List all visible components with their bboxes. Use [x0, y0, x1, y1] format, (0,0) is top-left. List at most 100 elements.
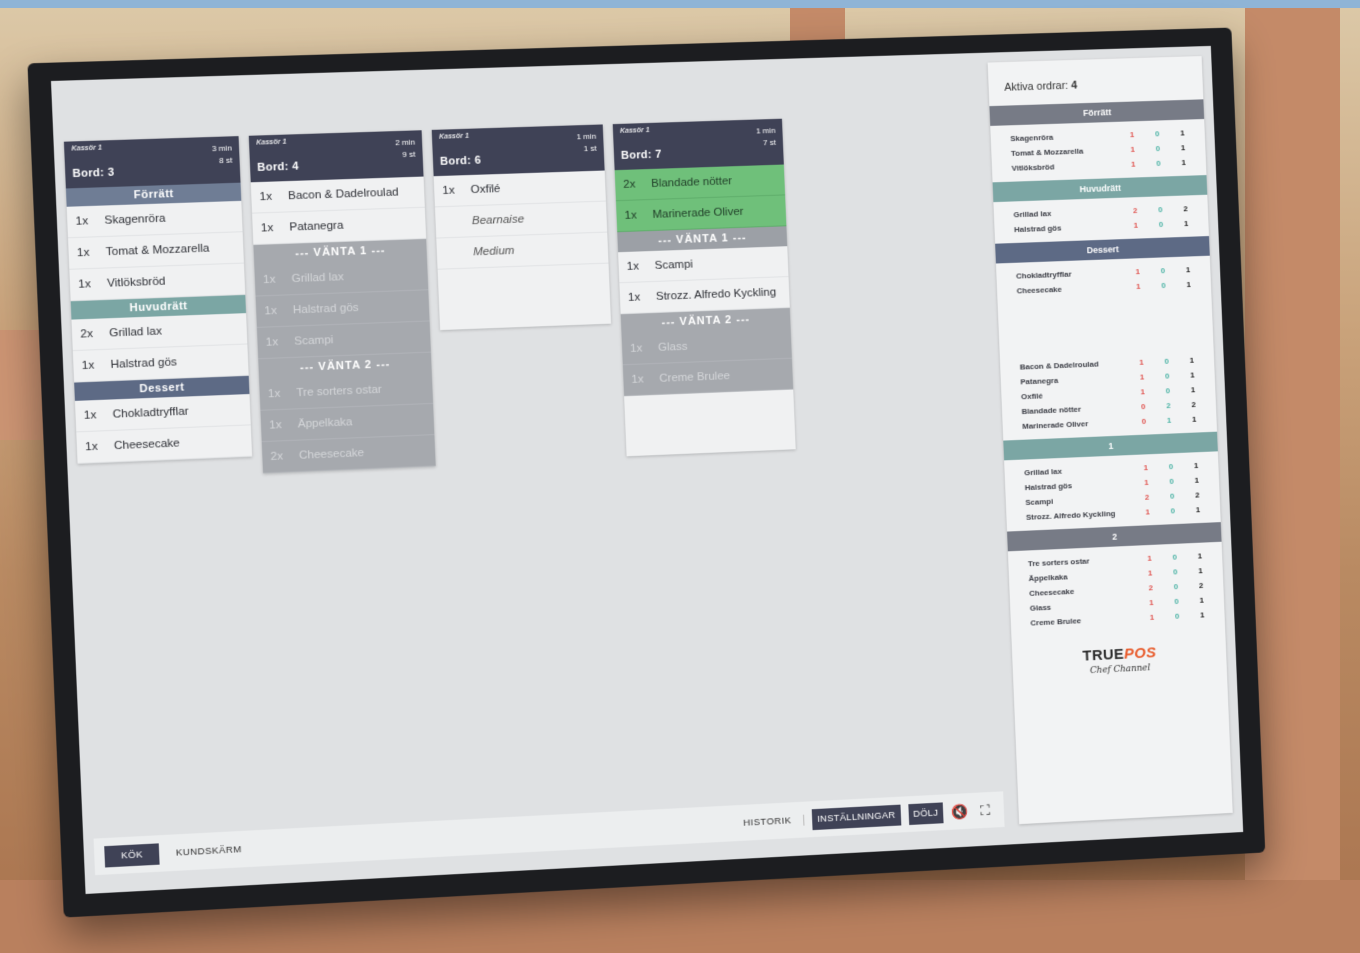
item-name: Scampi — [294, 334, 334, 348]
table-number: Bord: 7 — [620, 148, 662, 162]
order-header: Kassör 1 Bord: 4 2 min 9 st — [248, 130, 424, 183]
item-name: Grillad lax — [291, 271, 344, 286]
order-time: 1 min — [755, 125, 776, 136]
summary-item-name: Blandade nötter — [1021, 404, 1082, 417]
item-quantity: 1x — [77, 278, 92, 291]
order-count: 1 st — [583, 143, 597, 154]
summary-count-b: 0 — [1170, 506, 1176, 516]
summary-count-b: 0 — [1158, 205, 1163, 215]
item-name: Marinerade Oliver — [652, 205, 744, 221]
summary-count-a: 1 — [1129, 130, 1135, 140]
summary-count-b: 0 — [1174, 596, 1179, 606]
order-card[interactable]: Kassör 1 Bord: 61 min 1 st 1x Oxfilé Bearnais… — [431, 124, 612, 331]
summary-count-total: 1 — [1191, 414, 1197, 424]
order-item[interactable]: 2x Cheesecake — [261, 435, 436, 474]
summary-sidebar: Aktiva ordrar: 4 Förrätt Skagenröra 1 0 1 Tom… — [987, 56, 1233, 825]
summary-count-a: 1 — [1149, 598, 1154, 608]
item-quantity: 1x — [84, 440, 98, 454]
summary-groups: Förrätt Skagenröra 1 0 1 Tomat & Mozzarella 1 0… — [989, 99, 1225, 637]
historik-button[interactable]: HISTORIK — [731, 814, 805, 829]
summary-item-name: Patanegra — [1020, 375, 1059, 387]
item-name: Cheesecake — [298, 447, 365, 462]
item-name: Patanegra — [289, 219, 344, 234]
item-quantity: 1x — [627, 291, 641, 304]
summary-count-b: 0 — [1164, 356, 1170, 366]
cashier-label: Kassör 1 — [71, 144, 103, 153]
active-orders: Aktiva ordrar: 4 — [988, 56, 1204, 106]
item-name: Oxfilé — [470, 183, 501, 197]
item-name: Äppelkaka — [297, 416, 353, 431]
order-card[interactable]: Kassör 1 Bord: 7 1 min 7 st 2x Blandade nötte… — [612, 118, 796, 457]
summary-count-total: 2 — [1183, 204, 1188, 214]
summary-count-total: 1 — [1197, 551, 1203, 561]
summary-count-a: 1 — [1147, 553, 1152, 563]
summary-count-b: 0 — [1160, 266, 1166, 276]
summary-count-total: 1 — [1190, 385, 1196, 395]
summary-count-b: 0 — [1168, 462, 1174, 472]
item-quantity: 1x — [264, 304, 278, 318]
truepos-logo: TRUEPOS Chef Channel — [1012, 641, 1227, 680]
mute-icon[interactable]: 🔇 — [951, 802, 969, 821]
summary-count-a: 1 — [1133, 220, 1139, 230]
summary-count-total: 2 — [1191, 400, 1196, 410]
summary-count-total: 1 — [1186, 280, 1192, 290]
item-quantity: 1x — [75, 215, 89, 228]
summary-item-name: Chokladtryfflar — [1015, 269, 1072, 281]
bottom-toolbar: KÖK KUNDSKÄRM HISTORIK INSTÄLLNINGAR DÖL… — [93, 791, 1005, 876]
summary-count-a: 1 — [1130, 159, 1136, 169]
ready-items: 2x Blandade nötter 1x Marinerade Oliver — [614, 164, 787, 233]
summary-count-b: 0 — [1158, 219, 1164, 229]
summary-count-total: 2 — [1198, 580, 1204, 591]
item-quantity: 1x — [442, 184, 455, 198]
summary-count-total: 1 — [1180, 143, 1186, 153]
order-card[interactable]: Kassör 1 Bord: 33 min 8 st Förrätt 1x Skagenr… — [63, 136, 253, 464]
summary-group-body: Tre sorters ostar 1 0 1 Äppelkaka 1 0 1 Cheeseca… — [1008, 542, 1225, 638]
card-spacer — [437, 263, 612, 331]
summary-count-total: 1 — [1185, 265, 1191, 275]
summary-item-name: Grillad lax — [1013, 209, 1052, 220]
item-quantity: 1x — [81, 359, 95, 373]
order-meta: 3 min 8 st — [212, 142, 233, 167]
summary-count-a: 1 — [1149, 612, 1155, 622]
kitchen-display-screen: Kassör 1 Bord: 33 min 8 st Förrätt 1x Skagenr… — [50, 45, 1244, 894]
item-quantity: 1x — [624, 209, 637, 222]
order-meta: 1 min 1 st — [576, 131, 597, 156]
dolj-button[interactable]: DÖLJ — [907, 801, 944, 825]
order-header: Kassör 1 Bord: 6 1 min 1 st — [431, 124, 605, 177]
summary-count-a: 1 — [1140, 387, 1146, 397]
summary-item-name: Creme Brulee — [1030, 616, 1082, 628]
summary-count-b: 0 — [1155, 144, 1161, 154]
item-quantity: 1x — [76, 246, 90, 260]
item-name: Halstrad gös — [110, 356, 178, 372]
order-header: Kassör 1 Bord: 7 1 min 7 st — [612, 118, 784, 171]
summary-count-b: 0 — [1173, 582, 1179, 592]
item-quantity: 1x — [631, 373, 644, 386]
item-name: Chokladtryfflar — [112, 405, 189, 421]
tab-kundskarm[interactable]: KUNDSKÄRM — [159, 838, 259, 864]
cashier-label: Kassör 1 — [619, 126, 650, 135]
order-meta: 2 min 9 st — [395, 137, 416, 162]
fullscreen-icon[interactable]: ⛶ — [976, 801, 994, 820]
table-number: Bord: 3 — [72, 166, 115, 181]
item-name: Tomat & Mozzarella — [105, 242, 210, 259]
order-card[interactable]: Kassör 1 Bord: 4 2 min 9 st 1x Bacon & Dadelr… — [248, 130, 436, 474]
item-quantity: 1x — [259, 190, 273, 204]
summary-count-a: 1 — [1135, 281, 1141, 291]
summary-group-body: Skagenröra 1 0 1 Tomat & Mozzarella 1 0 1 Vitlök… — [990, 119, 1206, 182]
card-spacer — [624, 389, 796, 457]
summary-count-a: 2 — [1148, 583, 1154, 593]
order-item[interactable]: 1x Cheesecake — [76, 425, 253, 464]
order-time: 3 min — [211, 143, 233, 154]
order-count: 8 st — [219, 155, 233, 166]
order-header: Kassör 1 Bord: 3 3 min 8 st — [63, 136, 241, 189]
installningar-button[interactable]: INSTÄLLNINGAR — [811, 804, 901, 830]
tab-kok[interactable]: KÖK — [104, 842, 160, 868]
order-columns: Kassör 1 Bord: 33 min 8 st Förrätt 1x Skagenr… — [63, 118, 796, 481]
order-count: 7 st — [762, 137, 777, 148]
summary-count-a: 1 — [1130, 144, 1136, 154]
summary-count-total: 1 — [1183, 219, 1189, 229]
image-top-border — [0, 0, 1360, 8]
order-count: 9 st — [402, 149, 416, 160]
summary-gap — [998, 297, 1214, 355]
summary-count-total: 1 — [1199, 595, 1205, 605]
